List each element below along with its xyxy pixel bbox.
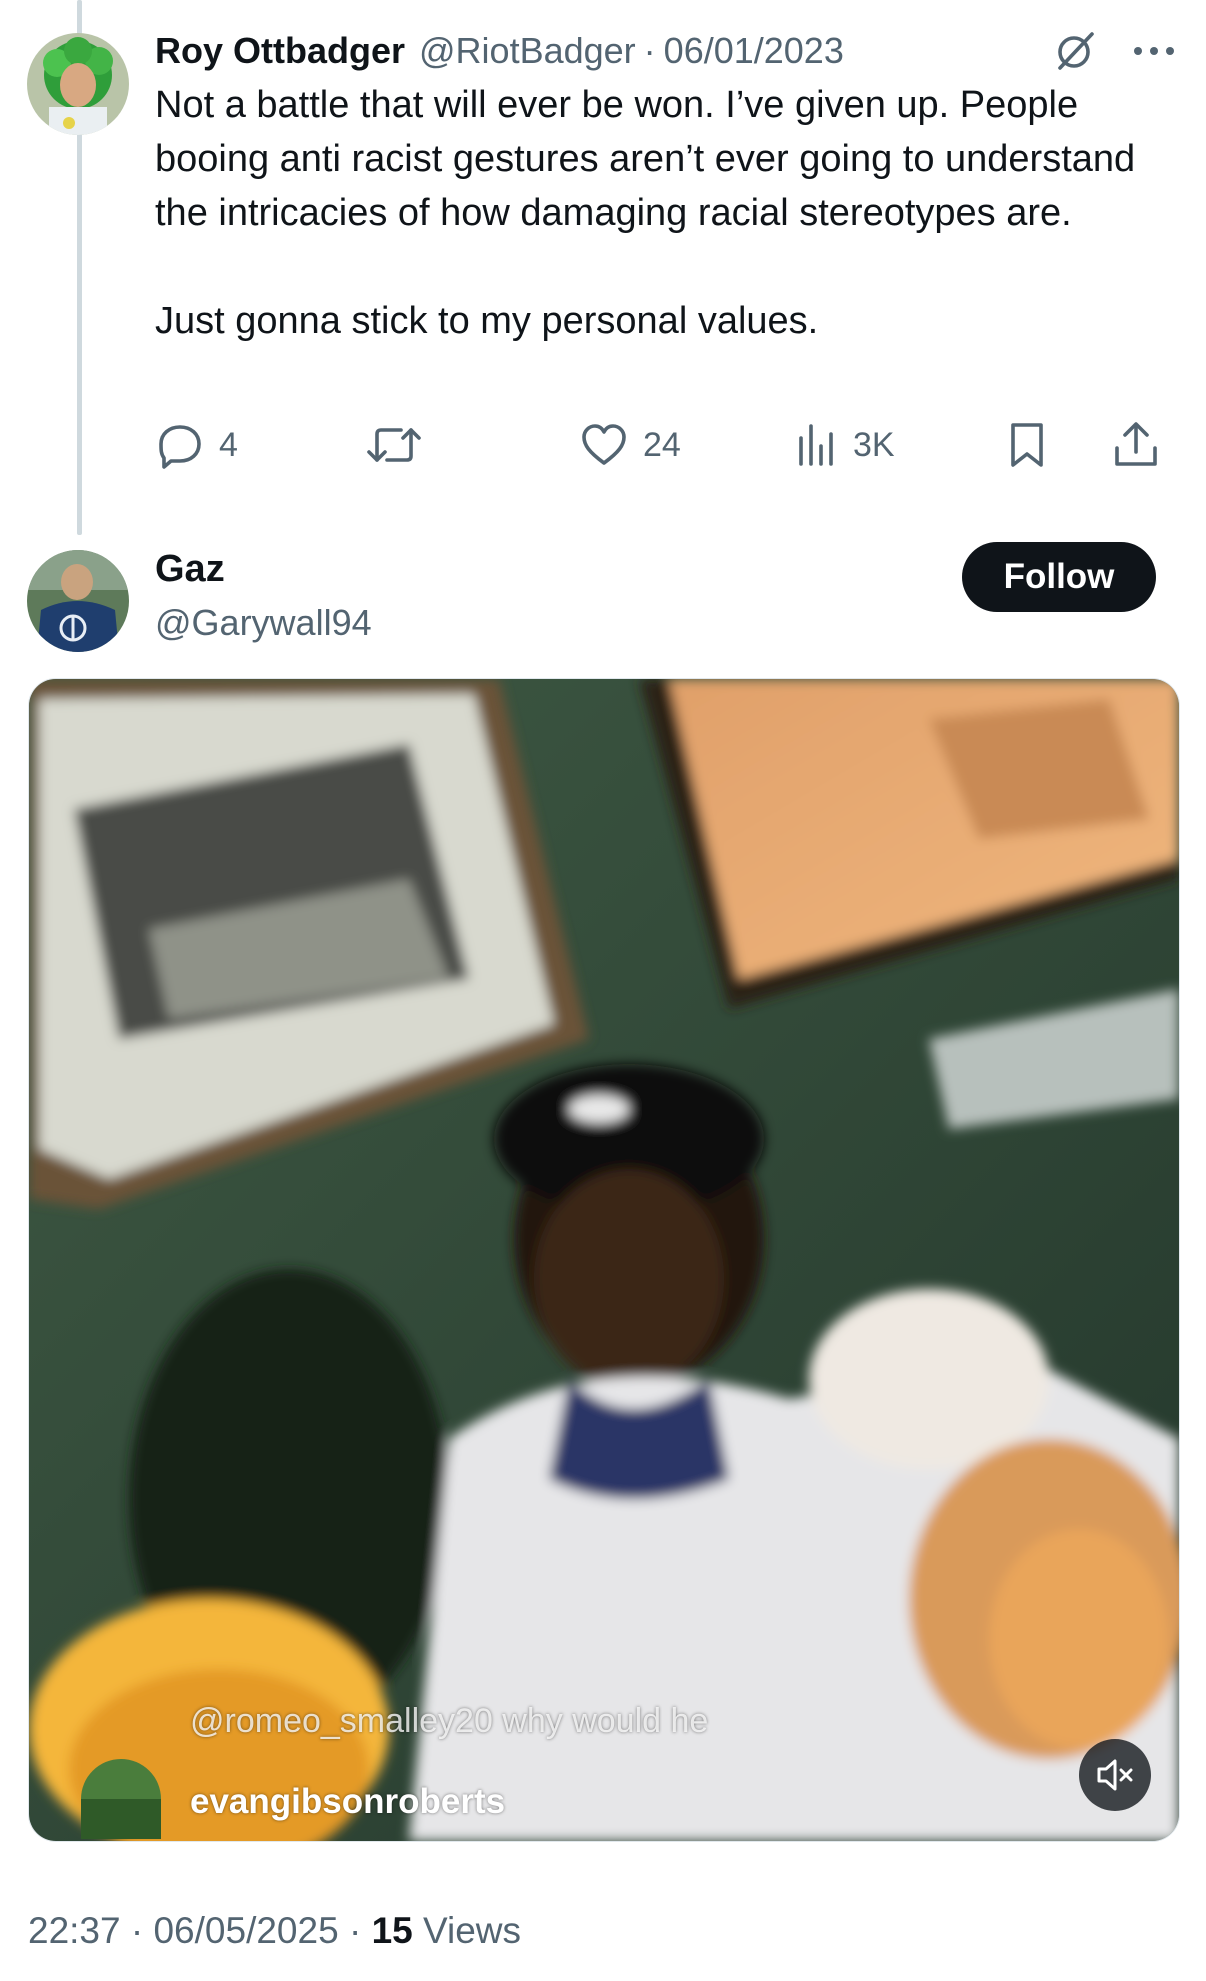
user-handle[interactable]: @Garywall94 — [155, 602, 372, 644]
tweet-header: Roy Ottbadger @RiotBadger · 06/01/2023 — [155, 26, 844, 76]
share-button[interactable] — [1111, 420, 1161, 470]
tweet-date[interactable]: 06/01/2023 — [664, 30, 844, 72]
views-count: 15 — [371, 1910, 413, 1951]
avatar[interactable] — [27, 550, 129, 652]
like-count: 24 — [643, 425, 681, 464]
separator-dot: · — [643, 30, 656, 71]
display-name[interactable]: Roy Ottbadger — [155, 30, 405, 72]
views-icon — [799, 424, 833, 466]
follow-button[interactable]: Follow — [962, 542, 1156, 612]
video-comment-text: @romeo_smalley20 why would he — [190, 1702, 709, 1740]
views-count: 3K — [853, 425, 895, 464]
tweet-date[interactable]: 06/05/2025 — [153, 1910, 338, 1951]
avatar[interactable] — [27, 33, 129, 135]
user-handle[interactable]: @RiotBadger — [419, 30, 636, 72]
more-icon[interactable] — [1130, 36, 1178, 66]
like-button[interactable]: 24 — [579, 420, 681, 470]
views-button[interactable]: 3K — [795, 420, 895, 470]
tweet-text: Not a battle that will ever be won. I’ve… — [155, 84, 1136, 342]
bookmark-icon — [1011, 423, 1043, 467]
share-icon — [1115, 422, 1157, 466]
mute-button[interactable] — [1079, 1739, 1151, 1811]
reply-count: 4 — [219, 425, 238, 464]
retweet-icon — [367, 428, 421, 462]
tweet-time[interactable]: 22:37 — [28, 1910, 121, 1951]
video-username: evangibsonroberts — [190, 1782, 506, 1821]
reply-icon — [159, 425, 201, 469]
video-player[interactable] — [28, 678, 1180, 1842]
video-frame — [29, 679, 1179, 1841]
bookmark-button[interactable] — [1005, 420, 1049, 470]
separator-dot: · — [130, 1910, 144, 1951]
tweet-action-bar: 4 24 3K — [155, 420, 1175, 476]
retweet-button[interactable] — [365, 420, 437, 470]
separator-dot: · — [348, 1910, 362, 1951]
views-label: Views — [423, 1910, 522, 1951]
muted-speaker-icon — [1097, 1759, 1133, 1791]
display-name[interactable]: Gaz — [155, 548, 225, 591]
like-icon — [582, 424, 626, 465]
grok-icon[interactable] — [1052, 30, 1096, 74]
tweet-meta: 22:37 · 06/05/2025 · 15 Views — [28, 1910, 521, 1952]
reply-button[interactable]: 4 — [155, 420, 238, 470]
